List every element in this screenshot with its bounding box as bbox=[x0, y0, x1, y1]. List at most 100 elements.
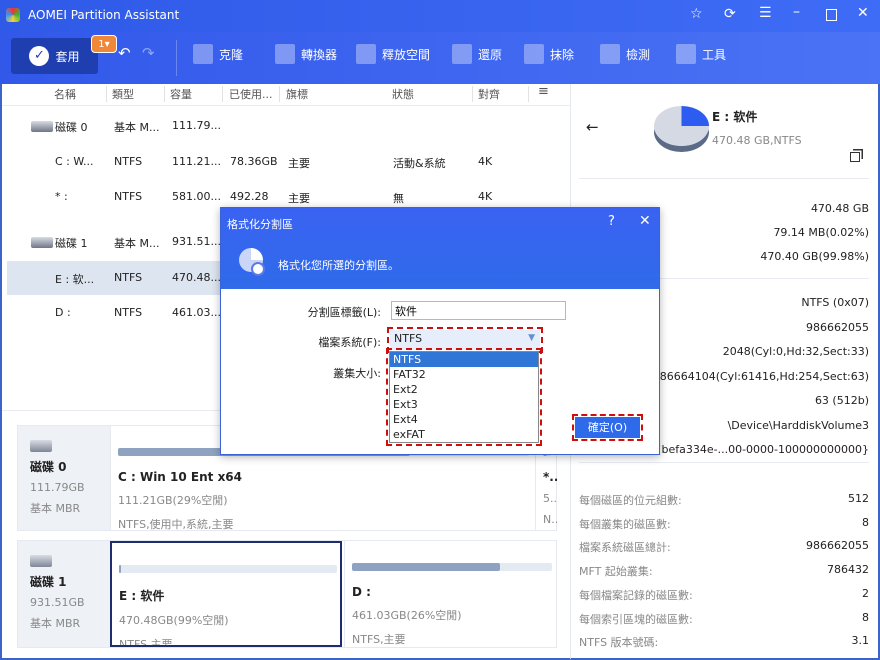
cell-name: 磁碟 1 bbox=[55, 237, 88, 250]
star-icon[interactable]: ☆ bbox=[690, 6, 703, 22]
toolbar-label: 抹除 bbox=[550, 47, 575, 62]
column-capacity[interactable]: 容量 bbox=[170, 86, 192, 102]
stat-value: 2 bbox=[862, 586, 869, 600]
file-system-options: NTFS FAT32 Ext2 Ext3 Ext4 exFAT bbox=[386, 348, 542, 446]
close-icon[interactable]: ✕ bbox=[857, 5, 869, 21]
expand-icon bbox=[356, 44, 376, 64]
cell-cap: 461.03... bbox=[172, 306, 221, 319]
column-name[interactable]: 名稱 bbox=[54, 86, 76, 102]
dialog-title: 格式化分割區 bbox=[227, 218, 293, 231]
column-type[interactable]: 類型 bbox=[112, 86, 134, 102]
copy-icon[interactable] bbox=[850, 152, 860, 162]
file-system-option[interactable]: FAT32 bbox=[390, 367, 538, 382]
partition-title: C : Win 10 Ent x64 bbox=[118, 470, 243, 484]
partition-title: E : 软件 bbox=[119, 589, 165, 603]
cell-type: NTFS bbox=[114, 271, 143, 284]
cell-status: 無 bbox=[393, 192, 404, 205]
disk-row[interactable]: 磁碟 0 基本 M... 111.79... bbox=[7, 109, 572, 143]
dialog-header: 格式化分割區 ? ✕ 格式化您所選的分割區。 bbox=[221, 208, 659, 289]
title-bar: AOMEI Partition Assistant ☆ ⟳ ☰ – ✕ bbox=[0, 0, 880, 32]
stat-label: 每個檔案記錄的磁區數: bbox=[579, 588, 693, 602]
partition-row[interactable]: C : W... NTFS 111.21... 78.36GB 主要 活動&系統 4K bbox=[7, 145, 572, 179]
undo-icon[interactable]: ↶ bbox=[118, 44, 131, 62]
stat-label: NTFS 版本號碼: bbox=[579, 636, 659, 650]
disk-summary: 磁碟 0 111.79GB 基本 MBR bbox=[18, 426, 110, 530]
toolbar-converter[interactable]: 轉換器 bbox=[275, 44, 337, 64]
partition-title: D : bbox=[352, 585, 371, 599]
toolbar-label: 克隆 bbox=[219, 47, 244, 62]
detail-value: NTFS (0x07) bbox=[801, 296, 869, 309]
dialog-close-icon[interactable]: ✕ bbox=[639, 213, 651, 229]
file-system-option[interactable]: Ext2 bbox=[390, 382, 538, 397]
partition-info: N.. bbox=[543, 513, 557, 526]
no-entry-icon bbox=[251, 262, 265, 276]
file-system-value: NTFS bbox=[394, 332, 423, 345]
toolbar-check[interactable]: 檢測 bbox=[600, 44, 650, 64]
file-system-select[interactable]: NTFS ▼ bbox=[387, 327, 543, 353]
toolbar-label: 檢測 bbox=[626, 47, 651, 62]
apply-button[interactable]: ✓ 套用 1▾ bbox=[11, 35, 117, 74]
partition-size: 461.03GB(26%空閒) bbox=[352, 609, 462, 622]
disk-size: 931.51GB bbox=[30, 596, 85, 609]
toolbar-wipe[interactable]: 抹除 bbox=[524, 44, 574, 64]
disk-icon bbox=[31, 237, 53, 248]
toolbar-label: 釋放空間 bbox=[382, 47, 431, 62]
cell-type: NTFS bbox=[114, 190, 143, 203]
apply-label: 套用 bbox=[55, 49, 80, 64]
partition-block[interactable]: E : 软件 470.48GB(99%空閒) NTFS,主要 bbox=[110, 541, 342, 647]
partition-info: NTFS,主要 bbox=[119, 638, 173, 647]
toolbar-clone[interactable]: 克隆 bbox=[193, 44, 243, 64]
detail-value: \Device\HarddiskVolume3 bbox=[727, 418, 869, 432]
refresh-icon[interactable]: ⟳ bbox=[724, 6, 736, 22]
file-system-option[interactable]: NTFS bbox=[390, 352, 538, 367]
toolbar-restore[interactable]: 還原 bbox=[452, 44, 502, 64]
column-settings-icon[interactable]: ≡ bbox=[538, 84, 549, 99]
usage-bar bbox=[352, 563, 552, 571]
disk-name: 磁碟 0 bbox=[30, 460, 67, 474]
cell-name: * : bbox=[55, 190, 68, 203]
partition-info: NTFS,主要 bbox=[352, 633, 406, 646]
stat-value: 3.1 bbox=[851, 634, 870, 648]
toolbar-free-space[interactable]: 釋放空間 bbox=[356, 44, 430, 64]
toolbar-tools[interactable]: 工具 bbox=[676, 44, 726, 64]
dialog-description: 格式化您所選的分割區。 bbox=[278, 259, 399, 272]
file-system-option[interactable]: exFAT bbox=[390, 427, 538, 442]
tools-grid-icon bbox=[676, 44, 696, 64]
file-system-option[interactable]: Ext3 bbox=[390, 397, 538, 412]
stat-value: 512 bbox=[848, 492, 869, 505]
disk-card[interactable]: 磁碟 1 931.51GB 基本 MBR E : 软件 470.48GB(99%空閒) N… bbox=[17, 540, 557, 648]
minimize-icon[interactable]: – bbox=[793, 4, 800, 20]
pending-badge[interactable]: 1▾ bbox=[91, 35, 117, 53]
divider bbox=[176, 40, 177, 76]
column-align[interactable]: 對齊 bbox=[478, 86, 500, 102]
clone-icon bbox=[193, 44, 213, 64]
convert-icon bbox=[275, 44, 295, 64]
stat-value: 986662055 bbox=[806, 539, 869, 553]
cell-align: 4K bbox=[478, 155, 493, 168]
stat-label: MFT 起始叢集: bbox=[579, 565, 653, 579]
menu-icon[interactable]: ☰ bbox=[759, 5, 772, 21]
column-flag[interactable]: 旗標 bbox=[286, 86, 308, 102]
column-status[interactable]: 狀態 bbox=[392, 86, 414, 102]
detail-value: 986664104(Cyl:61416,Hd:254,Sect:63) bbox=[652, 369, 869, 383]
disk-icon bbox=[31, 121, 53, 132]
usage-fill bbox=[352, 563, 500, 571]
cell-type: NTFS bbox=[114, 155, 143, 168]
detail-title: E : 软件 bbox=[712, 110, 758, 124]
help-button[interactable]: ? bbox=[608, 214, 615, 229]
file-system-option[interactable]: Ext4 bbox=[390, 412, 538, 427]
detail-value: 986662055 bbox=[806, 320, 869, 334]
back-arrow-icon[interactable]: ← bbox=[586, 118, 599, 136]
toolbar-label: 轉換器 bbox=[301, 47, 338, 62]
stat-label: 每個磁區的位元組數: bbox=[579, 494, 682, 507]
partition-label-input[interactable] bbox=[391, 301, 566, 320]
maximize-icon[interactable] bbox=[826, 9, 837, 21]
disk-size: 111.79GB bbox=[30, 481, 85, 494]
ok-button[interactable]: 確定(O) bbox=[572, 414, 643, 441]
pie-chart-icon bbox=[654, 106, 709, 146]
column-used[interactable]: 已使用... bbox=[229, 86, 273, 102]
toolbar-label: 還原 bbox=[478, 47, 503, 62]
cell-name: C : W... bbox=[55, 155, 94, 168]
partition-block[interactable]: D : 461.03GB(26%空閒) NTFS,主要 bbox=[344, 541, 558, 647]
cell-name: D : bbox=[55, 306, 71, 319]
